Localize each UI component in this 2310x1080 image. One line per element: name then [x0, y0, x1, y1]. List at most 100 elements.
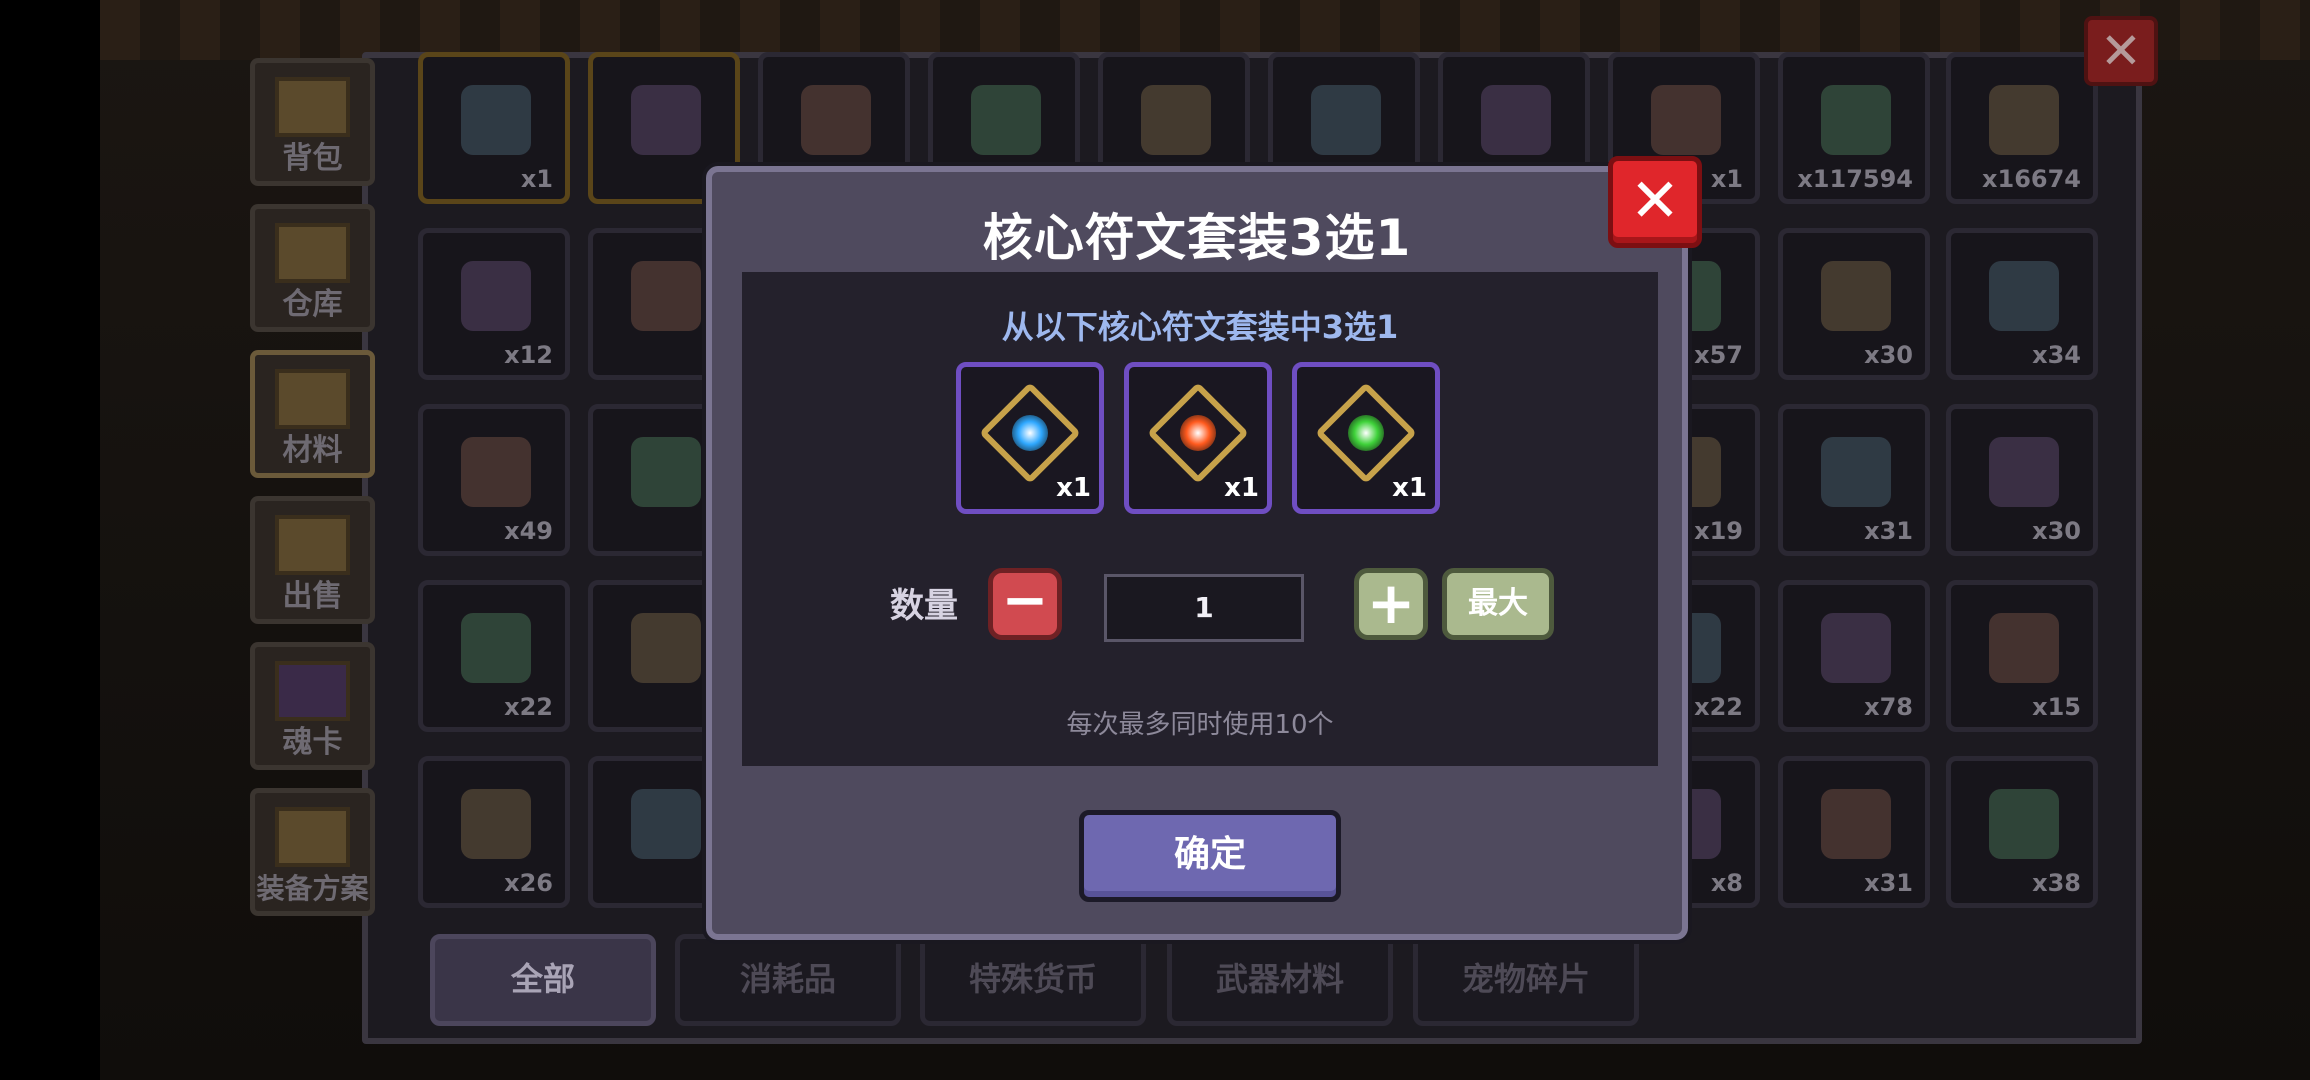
minus-icon: −	[1001, 568, 1049, 633]
sidebar-tab-warehouse[interactable]: 仓库	[250, 204, 375, 332]
inventory-slot[interactable]: x117594	[1778, 52, 1930, 204]
item-icon	[1989, 85, 2059, 155]
item-quantity: x30	[1864, 341, 1913, 369]
option-quantity: x1	[1392, 473, 1427, 503]
item-icon	[1651, 85, 1721, 155]
item-quantity: x38	[2032, 869, 2081, 897]
rune-option-green[interactable]: x1	[1292, 362, 1440, 514]
inventory-slot[interactable]: x34	[1946, 228, 2098, 380]
quantity-input[interactable]: 1	[1104, 574, 1304, 642]
inventory-slot[interactable]: x12	[418, 228, 570, 380]
tab-pet-fragments[interactable]: 宠物碎片	[1413, 934, 1639, 1026]
decrease-button[interactable]: −	[988, 568, 1062, 640]
dialog-content: 从以下核心符文套装中3选1 x1 x1 x1 数量 − 1 + 最大 每次最多同…	[742, 272, 1658, 766]
item-quantity: x49	[504, 517, 553, 545]
item-quantity: x30	[2032, 517, 2081, 545]
item-icon	[1821, 789, 1891, 859]
inventory-slot[interactable]: x31	[1778, 404, 1930, 556]
confirm-button[interactable]: 确定	[1079, 810, 1341, 902]
item-icon	[1821, 437, 1891, 507]
red-rune-icon	[1180, 415, 1216, 451]
tab-weapon-materials[interactable]: 武器材料	[1167, 934, 1393, 1026]
blue-rune-icon	[1012, 415, 1048, 451]
item-icon	[1821, 261, 1891, 331]
item-icon	[461, 85, 531, 155]
confirm-button-label: 确定	[1173, 834, 1246, 875]
item-quantity: x26	[504, 869, 553, 897]
item-quantity: x22	[1694, 693, 1743, 721]
inventory-slot[interactable]: x78	[1778, 580, 1930, 732]
inventory-slot[interactable]: x38	[1946, 756, 2098, 908]
inventory-slot[interactable]: x30	[1778, 228, 1930, 380]
green-rune-icon	[1348, 415, 1384, 451]
increase-button[interactable]: +	[1354, 568, 1428, 640]
item-icon	[631, 613, 701, 683]
sidebar-tab-equipment-plan[interactable]: 装备方案	[250, 788, 375, 916]
option-quantity: x1	[1056, 473, 1091, 503]
item-icon	[801, 85, 871, 155]
sidebar-tab-backpack[interactable]: 背包	[250, 58, 375, 186]
inventory-slot[interactable]: x16674	[1946, 52, 2098, 204]
plus-icon: +	[1366, 569, 1416, 637]
close-icon: ✕	[1629, 166, 1681, 236]
item-quantity: x31	[1864, 517, 1913, 545]
item-quantity: x22	[504, 693, 553, 721]
tab-special-currency[interactable]: 特殊货币	[920, 934, 1146, 1026]
inventory-slot[interactable]: x49	[418, 404, 570, 556]
sidebar-tab-label: 材料	[282, 433, 343, 468]
item-icon	[1481, 85, 1551, 155]
inventory-slot[interactable]: x15	[1946, 580, 2098, 732]
close-icon: ✕	[2100, 22, 2142, 80]
inventory-slot[interactable]: x26	[418, 756, 570, 908]
item-icon	[461, 261, 531, 331]
item-icon	[1821, 613, 1891, 683]
sidebar-tab-materials[interactable]: 材料	[250, 350, 375, 478]
item-quantity: x16674	[1982, 165, 2081, 193]
inventory-slot[interactable]: x31	[1778, 756, 1930, 908]
inventory-slot[interactable]: x30	[1946, 404, 2098, 556]
inventory-slot[interactable]: x1	[418, 52, 570, 204]
item-icon	[631, 85, 701, 155]
dialog-subtitle: 从以下核心符文套装中3选1	[1001, 308, 1399, 346]
max-button-label: 最大	[1468, 586, 1528, 621]
item-quantity: x117594	[1797, 165, 1913, 193]
item-icon	[1989, 789, 2059, 859]
item-icon	[1989, 261, 2059, 331]
option-quantity: x1	[1224, 473, 1259, 503]
tab-all[interactable]: 全部	[430, 934, 656, 1026]
dialog-close-button[interactable]: ✕	[1608, 156, 1702, 248]
background-top-strip	[100, 0, 2310, 60]
chest-icon	[275, 77, 350, 137]
rune-set-dialog: 核心符文套装3选1 ✕ 从以下核心符文套装中3选1 x1 x1 x1 数量 − …	[706, 156, 1702, 940]
sidebar-tab-label: 装备方案	[256, 872, 369, 905]
materials-icon	[275, 369, 350, 429]
sidebar-tab-label: 背包	[282, 141, 343, 176]
item-quantity: x15	[2032, 693, 2081, 721]
item-quantity: x57	[1694, 341, 1743, 369]
item-icon	[1989, 437, 2059, 507]
item-icon	[1821, 85, 1891, 155]
item-quantity: x1	[1710, 165, 1743, 193]
item-icon	[631, 437, 701, 507]
equipment-plan-icon	[275, 807, 350, 867]
item-icon	[631, 789, 701, 859]
max-button[interactable]: 最大	[1442, 568, 1554, 640]
item-quantity: x31	[1864, 869, 1913, 897]
item-icon	[1311, 85, 1381, 155]
item-icon	[461, 437, 531, 507]
warehouse-icon	[275, 223, 350, 283]
tab-consumables[interactable]: 消耗品	[675, 934, 901, 1026]
inventory-close-button[interactable]: ✕	[2084, 16, 2158, 86]
sidebar-tab-sell[interactable]: 出售	[250, 496, 375, 624]
usage-limit-hint: 每次最多同时使用10个	[1066, 710, 1334, 740]
sidebar-tab-label: 出售	[282, 579, 343, 614]
quantity-label: 数量	[890, 586, 958, 626]
sidebar-tab-soul-card[interactable]: 魂卡	[250, 642, 375, 770]
item-icon	[1141, 85, 1211, 155]
item-quantity: x78	[1864, 693, 1913, 721]
item-icon	[461, 613, 531, 683]
rune-option-blue[interactable]: x1	[956, 362, 1104, 514]
inventory-slot[interactable]: x22	[418, 580, 570, 732]
item-quantity: x8	[1710, 869, 1743, 897]
rune-option-red[interactable]: x1	[1124, 362, 1272, 514]
